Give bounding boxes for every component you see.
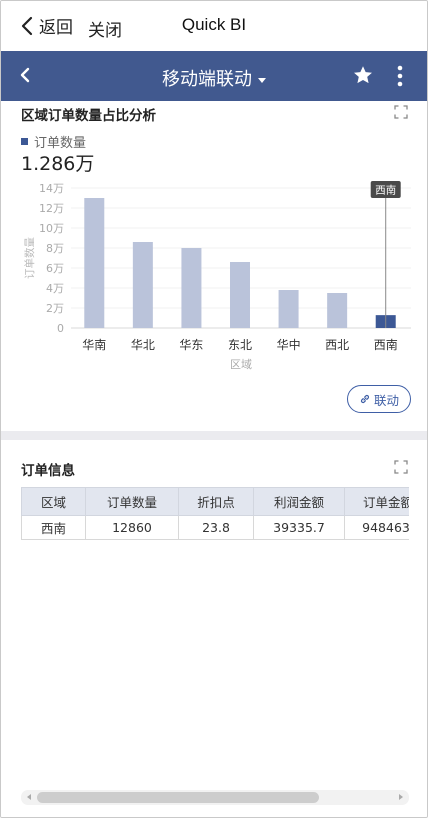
- y-tick-label: 8万: [46, 242, 64, 255]
- column-header-profit[interactable]: 利润金额: [253, 487, 345, 516]
- x-tick-label: 华东: [179, 338, 203, 352]
- x-tick-label: 东北: [228, 338, 252, 352]
- column-header-discount[interactable]: 折扣点: [178, 487, 254, 516]
- fullscreen-icon: [394, 460, 408, 474]
- star-icon: [354, 66, 372, 84]
- back-button[interactable]: 返回: [21, 13, 73, 38]
- x-axis-title: 区域: [230, 358, 252, 371]
- y-tick-label: 12万: [39, 202, 64, 215]
- x-tick-label: 华北: [131, 338, 155, 352]
- bar-chart[interactable]: 0 2万 4万 6万 8万 10万 12万 14万订单数量华南 华北 华东 东北 华中 西北 西南区域 西南: [1, 171, 427, 376]
- table-cell: 西南: [21, 515, 86, 540]
- y-tick-label: 0: [57, 322, 64, 335]
- chart-card-title: 区域订单数量占比分析: [21, 108, 156, 124]
- chevron-left-icon: [21, 16, 33, 35]
- x-tick-label: 华南: [82, 337, 106, 352]
- table-cell: 39335.7: [253, 515, 345, 540]
- link-button[interactable]: 联动: [347, 385, 411, 413]
- bar-5[interactable]: [278, 290, 299, 328]
- y-tick-label: 4万: [46, 282, 64, 295]
- chart-card: 区域订单数量占比分析 订单数量 1.286万 0 2万 4万 6万 8万 10万 12万 14…: [1, 101, 427, 431]
- y-tick-label: 6万: [46, 262, 64, 275]
- link-button-label: 联动: [373, 392, 399, 408]
- table-card: 订单信息 区域 订单数量 折扣点 利润金额 订单金额 西南 12860 23.8…: [1, 440, 427, 817]
- y-tick-label: 14万: [39, 182, 64, 195]
- scrollbar-thumb[interactable]: [37, 792, 319, 803]
- caret-down-icon: [258, 77, 266, 83]
- legend-swatch: [21, 138, 28, 145]
- bar-3[interactable]: [181, 248, 202, 328]
- horizontal-scrollbar[interactable]: [21, 790, 409, 805]
- fullscreen-icon: [394, 105, 408, 119]
- back-label: 返回: [39, 18, 73, 38]
- more-button[interactable]: [394, 64, 406, 92]
- table-cell: 23.8: [178, 515, 254, 540]
- y-tick-label: 10万: [39, 222, 64, 235]
- table-expand-button[interactable]: [394, 459, 408, 478]
- app-frame: 返回 关闭 Quick BI 移动端联动 区域订单数量占比分析 订单数量 1.2…: [0, 0, 428, 818]
- table-scroll-area[interactable]: 区域 订单数量 折扣点 利润金额 订单金额 西南 12860 23.8 3933…: [21, 487, 409, 540]
- more-vertical-icon: [397, 65, 403, 87]
- table-cell: 12860: [85, 515, 179, 540]
- column-header-order-count[interactable]: 订单数量: [85, 487, 179, 516]
- section-divider: [1, 431, 427, 440]
- scroll-left-icon[interactable]: [27, 794, 31, 800]
- order-table: 区域 订单数量 折扣点 利润金额 订单金额 西南 12860 23.8 3933…: [21, 487, 409, 540]
- table-card-title: 订单信息: [21, 463, 75, 479]
- bar-6[interactable]: [327, 293, 348, 328]
- dashboard-title: 移动端联动: [162, 69, 252, 90]
- table-row[interactable]: 西南 12860 23.8 39335.7 948463.: [21, 515, 409, 540]
- x-tick-label: 华中: [277, 337, 301, 352]
- scroll-right-icon[interactable]: [399, 794, 403, 800]
- y-tick-label: 2万: [46, 302, 64, 315]
- y-axis-title: 订单数量: [23, 237, 36, 279]
- favorite-button[interactable]: [352, 64, 374, 90]
- x-tick-label: 西北: [325, 338, 349, 352]
- tooltip-label: 西南: [375, 184, 396, 197]
- bar-1[interactable]: [84, 198, 105, 328]
- table-header-row: 区域 订单数量 折扣点 利润金额 订单金额: [21, 487, 409, 516]
- close-button[interactable]: 关闭: [88, 16, 122, 41]
- column-header-region[interactable]: 区域: [21, 487, 86, 516]
- dashboard-header: 移动端联动: [1, 51, 427, 101]
- chart-expand-button[interactable]: [394, 104, 408, 123]
- bar-4[interactable]: [230, 262, 250, 328]
- top-navbar: 返回 关闭 Quick BI: [1, 1, 427, 51]
- column-header-order-amount[interactable]: 订单金额: [344, 487, 409, 516]
- bar-2[interactable]: [132, 242, 153, 328]
- table-cell: 948463.: [344, 515, 409, 540]
- link-icon: [360, 394, 370, 404]
- x-tick-label: 西南: [374, 337, 398, 352]
